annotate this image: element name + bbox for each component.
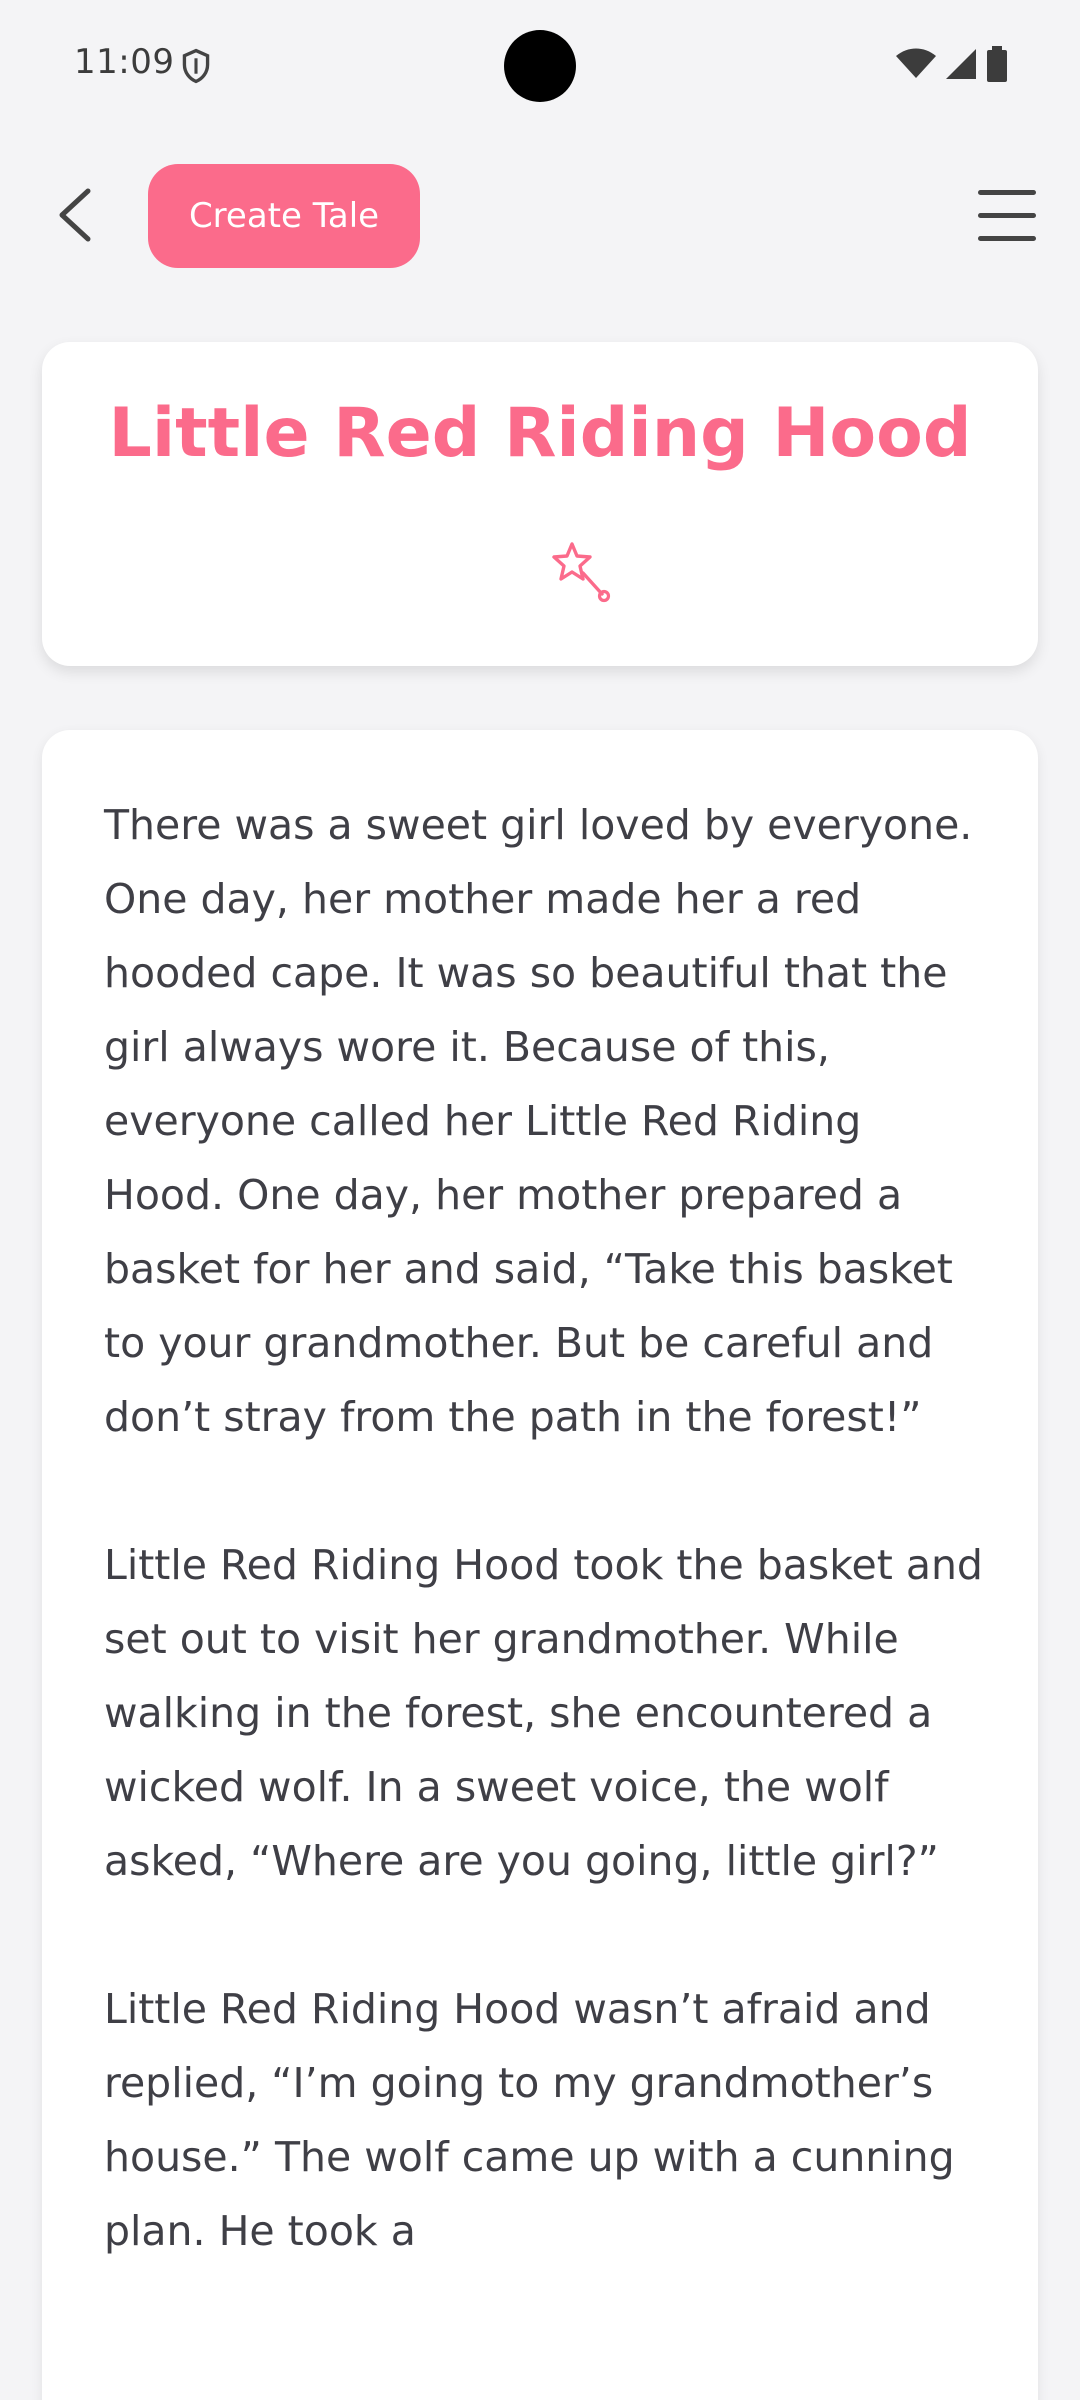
status-icons (896, 46, 1008, 82)
story-paragraph: Little Red Riding Hood wasn’t afraid and… (104, 1985, 955, 2255)
story-content-card: There was a sweet girl loved by everyone… (42, 730, 1038, 2400)
battery-icon (987, 46, 1007, 82)
hamburger-menu-icon[interactable] (978, 190, 1036, 242)
story-paragraph: There was a sweet girl loved by everyone… (104, 801, 973, 1441)
story-title: Little Red Riding Hood (108, 394, 972, 473)
app-screen: 11:09 Create Tale Little Red Riding Hood… (0, 0, 1080, 2400)
wifi-icon (896, 48, 936, 78)
shield-icon (182, 48, 210, 84)
story-paragraph: Little Red Riding Hood took the basket a… (104, 1541, 983, 1885)
story-title-card: Little Red Riding Hood (42, 342, 1038, 666)
front-camera (504, 30, 576, 102)
signal-icon (946, 49, 976, 79)
story-body: There was a sweet girl loved by everyone… (104, 788, 994, 2342)
back-icon[interactable] (52, 185, 96, 245)
status-bar: 11:09 (0, 0, 1080, 130)
magic-wand-icon[interactable] (550, 540, 614, 604)
create-tale-button[interactable]: Create Tale (148, 164, 420, 268)
status-time: 11:09 (74, 42, 175, 82)
